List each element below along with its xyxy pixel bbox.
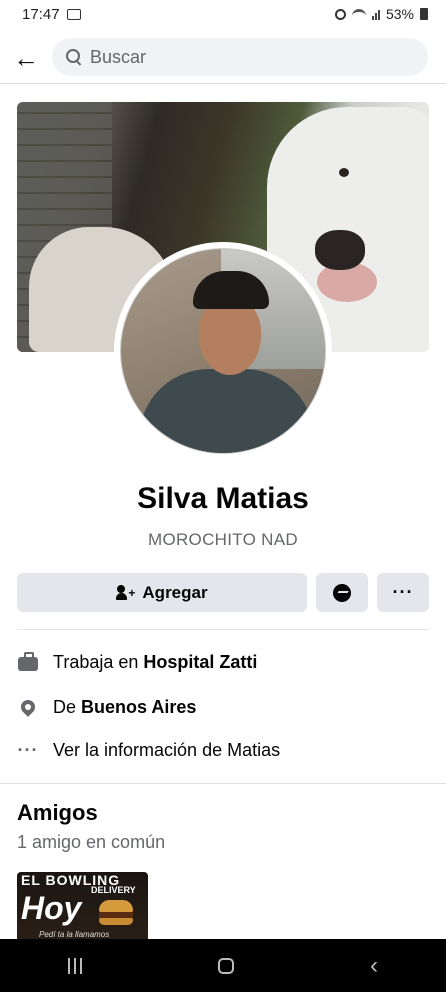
message-button[interactable] bbox=[316, 573, 368, 612]
briefcase-icon bbox=[17, 651, 39, 673]
burger-icon bbox=[99, 900, 133, 926]
profile-name: Silva Matias bbox=[137, 482, 309, 515]
friends-title: Amigos bbox=[17, 800, 98, 825]
location-info: De Buenos Aires bbox=[17, 692, 196, 722]
location-prefix: De bbox=[53, 696, 77, 717]
mutual-friends-count[interactable]: 1 amigo en común bbox=[17, 832, 165, 853]
work-prefix: Trabaja en bbox=[53, 651, 139, 672]
work-place[interactable]: Hospital Zatti bbox=[143, 652, 257, 673]
friend-card-thumbnail[interactable]: EL BOWLING DELIVERY Hoy Pedí ta la llama… bbox=[17, 872, 148, 940]
signal-icon bbox=[371, 9, 380, 20]
add-friend-button[interactable]: + Agregar bbox=[17, 573, 307, 612]
more-dots-icon: ··· bbox=[17, 739, 39, 760]
profile-bio: MOROCHITO NAD bbox=[148, 530, 298, 549]
thumb-text-hoy: Hoy bbox=[21, 890, 82, 926]
search-placeholder: Buscar bbox=[90, 46, 147, 67]
thumb-text-delivery: DELIVERY bbox=[91, 885, 136, 895]
top-bar: ← Buscar bbox=[0, 34, 446, 82]
gallery-notification-icon bbox=[67, 9, 81, 20]
section-divider bbox=[0, 783, 446, 784]
arrow-left-icon[interactable]: ← bbox=[12, 43, 40, 73]
see-about-info[interactable]: ··· Ver la información de Matias bbox=[17, 735, 281, 765]
add-friend-label: Agregar bbox=[142, 582, 208, 602]
wifi-icon bbox=[351, 9, 366, 19]
status-right: 53% bbox=[334, 6, 428, 22]
header-divider bbox=[0, 83, 446, 84]
recent-apps-icon[interactable] bbox=[68, 957, 82, 974]
back-chevron-icon[interactable]: ‹ bbox=[370, 953, 378, 978]
section-divider bbox=[17, 629, 429, 630]
see-about-label[interactable]: Ver la información de Matias bbox=[53, 740, 280, 761]
status-time: 17:47 bbox=[22, 6, 60, 23]
alarm-icon bbox=[334, 8, 346, 20]
add-friend-icon: + bbox=[116, 584, 135, 601]
location-pin-icon bbox=[17, 696, 39, 718]
profile-picture[interactable] bbox=[114, 242, 332, 460]
work-info: Trabaja en Hospital Zatti bbox=[17, 647, 257, 677]
home-icon[interactable] bbox=[218, 957, 234, 974]
battery-percent: 53% bbox=[385, 6, 414, 22]
location-place[interactable]: Buenos Aires bbox=[81, 697, 196, 718]
battery-icon bbox=[420, 8, 428, 20]
search-input[interactable]: Buscar bbox=[52, 38, 428, 76]
messenger-icon bbox=[333, 583, 351, 602]
more-options-button[interactable]: ··· bbox=[377, 573, 429, 612]
search-icon bbox=[66, 49, 82, 65]
status-bar: 17:47 53% bbox=[0, 0, 446, 30]
android-nav-bar: ‹ bbox=[0, 939, 446, 992]
thumb-text-footer: Pedí ta la llamamos bbox=[39, 930, 110, 939]
